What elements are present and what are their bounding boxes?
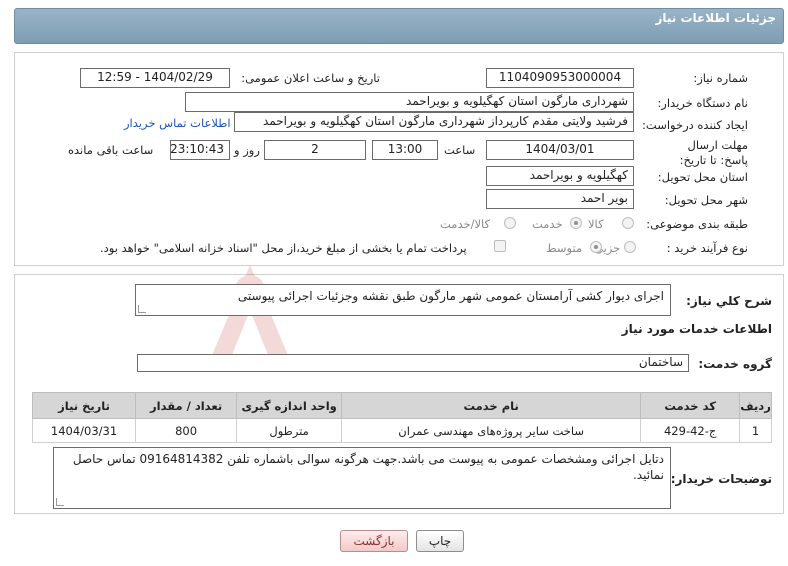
- days-label: روز و: [234, 143, 260, 157]
- deadline-days-field[interactable]: 2: [264, 140, 366, 160]
- resize-handle-icon[interactable]: [138, 305, 146, 313]
- col-quantity: تعداد / مقدار: [135, 392, 238, 419]
- buyer-org-label: نام دستگاه خریدار:: [657, 96, 748, 110]
- category-option-service: خدمت: [532, 217, 563, 231]
- service-group-label: گروه خدمت:: [698, 357, 772, 371]
- cell-unit: مترطول: [236, 418, 343, 443]
- col-service-code: کد خدمت: [640, 392, 741, 419]
- process-radio-minor[interactable]: [624, 241, 636, 253]
- category-label: طبقه بندی موضوعی:: [646, 217, 748, 231]
- remaining-label: ساعت باقی مانده: [68, 143, 154, 157]
- treasury-payment-checkbox[interactable]: [494, 240, 506, 252]
- back-button[interactable]: بازگشت: [340, 530, 408, 552]
- summary-text: اجرای دیوار کشی آرامستان عمومی شهر مارگو…: [237, 289, 664, 303]
- deadline-date-field[interactable]: 1404/03/01: [486, 140, 634, 160]
- cell-service-code: ج-42-429: [640, 418, 741, 443]
- buyer-org-field[interactable]: شهرداری مارگون استان کهگیلویه و بویراحمد: [185, 92, 634, 112]
- process-type-label: نوع فرآیند خرید :: [666, 241, 748, 255]
- category-radio-goods[interactable]: [622, 217, 634, 229]
- col-unit: واحد اندازه گیری: [236, 392, 343, 419]
- need-number-label: شماره نیاز:: [693, 71, 748, 85]
- announce-datetime-label: تاریخ و ساعت اعلان عمومی:: [241, 71, 380, 85]
- delivery-province-label: استان محل تحویل:: [657, 170, 748, 184]
- table-header-row: ردیف کد خدمت نام خدمت واحد اندازه گیری ت…: [31, 392, 772, 419]
- cell-row-number: 1: [739, 418, 772, 443]
- buyer-contact-link[interactable]: اطلاعات تماس خریدار: [124, 116, 231, 130]
- delivery-province-field[interactable]: کهگیلویه و بویراحمد: [486, 166, 634, 186]
- requester-label: ایجاد کننده درخواست:: [642, 118, 748, 132]
- remaining-time-field[interactable]: 23:10:43: [170, 140, 230, 160]
- category-option-goods-service: کالا/خدمت: [440, 217, 491, 231]
- category-radio-service[interactable]: [570, 217, 582, 229]
- buyer-notes-textarea[interactable]: دتایل اجرائی ومشخصات عمومی به پیوست می ب…: [53, 447, 671, 509]
- delivery-city-field[interactable]: بویر احمد: [486, 189, 634, 209]
- print-button[interactable]: چاپ: [416, 530, 464, 552]
- col-service-name: نام خدمت: [341, 392, 642, 419]
- col-row-number: ردیف: [739, 392, 772, 419]
- deadline-time-label: ساعت: [444, 143, 476, 157]
- table-row[interactable]: 1 ج-42-429 ساخت سایر پروژه‌های مهندسی عم…: [31, 418, 772, 443]
- summary-textarea[interactable]: اجرای دیوار کشی آرامستان عمومی شهر مارگو…: [135, 284, 671, 316]
- process-radio-medium[interactable]: [590, 241, 602, 253]
- cell-need-date: 1404/03/31: [31, 418, 137, 443]
- deadline-time-field[interactable]: 13:00: [372, 140, 438, 160]
- process-option-medium: متوسط: [546, 241, 583, 255]
- buyer-notes-label: توضیحات خریدار:: [670, 472, 772, 486]
- cell-quantity: 800: [135, 418, 238, 443]
- delivery-city-label: شهر محل تحویل:: [664, 193, 748, 207]
- category-option-goods: کالا: [588, 217, 604, 231]
- summary-label: شرح کلي نیاز:: [686, 294, 772, 308]
- services-section-title: اطلاعات خدمات مورد نیاز: [621, 322, 772, 336]
- service-group-field[interactable]: ساختمان: [137, 354, 689, 372]
- services-table: ردیف کد خدمت نام خدمت واحد اندازه گیری ت…: [31, 392, 772, 443]
- category-radio-goods-service[interactable]: [504, 217, 516, 229]
- requester-field[interactable]: فرشید ولایتی مقدم کارپرداز شهرداری مارگو…: [234, 112, 634, 132]
- buyer-notes-text: دتایل اجرائی ومشخصات عمومی به پیوست می ب…: [72, 452, 664, 482]
- col-need-date: تاریخ نیاز: [31, 392, 137, 419]
- cell-service-name: ساخت سایر پروژه‌های مهندسی عمران: [341, 418, 642, 443]
- announce-datetime-field[interactable]: 1404/02/29 - 12:59: [80, 68, 230, 88]
- page-title: جزئیات اطلاعات نیاز: [655, 11, 776, 25]
- deadline-label: مهلت ارسال پاسخ: تا تاریخ:: [679, 138, 748, 167]
- need-number-field[interactable]: 1104090953000004: [486, 68, 634, 88]
- resize-handle-icon[interactable]: [56, 498, 64, 506]
- treasury-payment-note: پرداخت تمام یا بخشی از مبلغ خرید،از محل …: [100, 241, 467, 255]
